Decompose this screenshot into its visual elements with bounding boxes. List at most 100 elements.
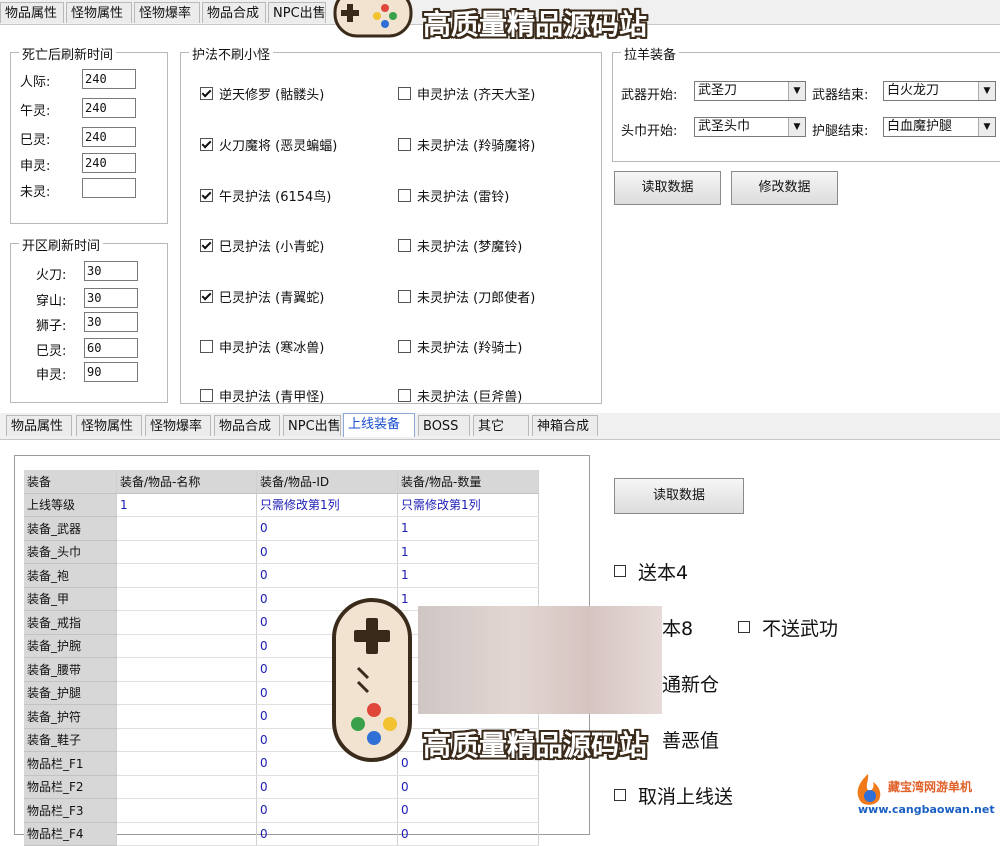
no-minion-checkbox-left[interactable]: 申灵护法 (寒冰兽): [200, 337, 324, 356]
chevron-down-icon[interactable]: ▼: [978, 118, 995, 136]
checkbox-unchecked-icon[interactable]: [614, 789, 626, 801]
grid-cell[interactable]: [116, 775, 257, 799]
no-minion-checkbox-right[interactable]: 申灵护法 (齐天大圣): [398, 84, 535, 103]
death-refresh-input[interactable]: [82, 178, 136, 198]
no-minion-checkbox-left[interactable]: 逆天修罗 (骷髅头): [200, 84, 324, 103]
bottom-tab-boss[interactable]: BOSS: [418, 415, 470, 436]
grid-cell[interactable]: [116, 704, 257, 729]
grid-cell[interactable]: [116, 540, 257, 564]
table-row[interactable]: 上线等级 1 只需修改第1列 只需修改第1列: [24, 493, 539, 517]
grid-cell[interactable]: 0: [256, 798, 398, 823]
death-refresh-input[interactable]: 240: [82, 69, 136, 89]
checkbox-unchecked-icon[interactable]: [398, 87, 411, 100]
server-refresh-input[interactable]: 30: [84, 312, 138, 332]
bottom-tab-npc-sell[interactable]: NPC出售: [283, 415, 341, 436]
bottom-tab-other[interactable]: 其它: [473, 415, 529, 436]
online-equip-read-button[interactable]: 读取数据: [614, 478, 744, 514]
grid-cell[interactable]: [116, 751, 257, 776]
checkbox-unchecked-icon[interactable]: [398, 138, 411, 151]
grid-cell[interactable]: [116, 822, 257, 846]
server-refresh-input[interactable]: 30: [84, 288, 138, 308]
checkbox-checked-icon[interactable]: [200, 189, 213, 202]
death-refresh-input[interactable]: 240: [82, 127, 136, 147]
table-row[interactable]: 物品栏_F3 0 0: [24, 798, 539, 823]
server-refresh-input[interactable]: 60: [84, 338, 138, 358]
grid-cell[interactable]: 0: [256, 775, 398, 799]
table-row[interactable]: 装备_武器 0 1: [24, 516, 539, 541]
bottom-tab-monster-drop[interactable]: 怪物爆率: [145, 415, 211, 436]
grid-cell[interactable]: 0: [397, 775, 539, 799]
no-minion-checkbox-right[interactable]: 未灵护法 (羚骑魔将): [398, 135, 535, 154]
grid-cell[interactable]: 1: [397, 540, 539, 564]
death-refresh-input[interactable]: 240: [82, 98, 136, 118]
grid-cell[interactable]: [116, 798, 257, 823]
online-option-checkbox[interactable]: 取消上线送: [614, 782, 733, 809]
grid-cell[interactable]: 0: [397, 798, 539, 823]
grid-cell[interactable]: 0: [256, 516, 398, 541]
top-tab-monster-drop[interactable]: 怪物爆率: [134, 2, 200, 23]
grid-cell[interactable]: [116, 681, 257, 705]
checkbox-unchecked-icon[interactable]: [398, 290, 411, 303]
server-refresh-input[interactable]: 90: [84, 362, 138, 382]
online-option-checkbox[interactable]: 不送武功: [738, 614, 838, 641]
no-minion-checkbox-right[interactable]: 未灵护法 (雷铃): [398, 186, 509, 205]
grid-cell[interactable]: [116, 587, 257, 611]
checkbox-unchecked-icon[interactable]: [398, 340, 411, 353]
leg-end-select[interactable]: 白血魔护腿 ▼: [883, 117, 996, 137]
checkbox-checked-icon[interactable]: [200, 290, 213, 303]
no-minion-checkbox-left[interactable]: 巳灵护法 (小青蛇): [200, 236, 324, 255]
pull-equip-modify-button[interactable]: 修改数据: [731, 171, 838, 205]
grid-cell[interactable]: 0: [256, 822, 398, 846]
online-option-checkbox[interactable]: 本8: [662, 614, 693, 641]
checkbox-checked-icon[interactable]: [200, 138, 213, 151]
grid-cell[interactable]: [116, 610, 257, 635]
bottom-tab-online-equip[interactable]: 上线装备: [343, 413, 415, 437]
no-minion-checkbox-left[interactable]: 申灵护法 (青甲怪): [200, 386, 324, 405]
online-option-checkbox[interactable]: 通新仓: [662, 670, 719, 697]
top-tab-monster-attr[interactable]: 怪物属性: [66, 2, 132, 23]
top-tab-npc-sell[interactable]: NPC出售: [268, 2, 326, 23]
checkbox-unchecked-icon[interactable]: [398, 239, 411, 252]
grid-cell[interactable]: 只需修改第1列: [397, 493, 539, 517]
grid-cell[interactable]: [116, 728, 257, 752]
head-start-select[interactable]: 武圣头巾 ▼: [694, 117, 806, 137]
bottom-tab-monster-attr[interactable]: 怪物属性: [76, 415, 142, 436]
grid-cell[interactable]: 1: [397, 563, 539, 588]
online-option-checkbox[interactable]: 善恶值: [662, 726, 719, 753]
no-minion-checkbox-right[interactable]: 未灵护法 (刀郎使者): [398, 287, 535, 306]
grid-cell[interactable]: 只需修改第1列: [256, 493, 398, 517]
checkbox-unchecked-icon[interactable]: [614, 565, 626, 577]
no-minion-checkbox-left[interactable]: 午灵护法 (6154鸟): [200, 186, 331, 205]
grid-cell[interactable]: 0: [256, 540, 398, 564]
pull-equip-read-button[interactable]: 读取数据: [614, 171, 721, 205]
checkbox-unchecked-icon[interactable]: [398, 189, 411, 202]
grid-cell[interactable]: 0: [397, 822, 539, 846]
grid-cell[interactable]: 1: [116, 493, 257, 517]
checkbox-unchecked-icon[interactable]: [398, 389, 411, 402]
table-row[interactable]: 物品栏_F2 0 0: [24, 775, 539, 799]
top-tab-item-synth[interactable]: 物品合成: [202, 2, 266, 23]
grid-cell[interactable]: [116, 516, 257, 541]
death-refresh-input[interactable]: 240: [82, 153, 136, 173]
no-minion-checkbox-right[interactable]: 未灵护法 (梦魔铃): [398, 236, 522, 255]
checkbox-unchecked-icon[interactable]: [738, 621, 750, 633]
chevron-down-icon[interactable]: ▼: [788, 82, 805, 100]
no-minion-checkbox-right[interactable]: 未灵护法 (羚骑士): [398, 337, 522, 356]
chevron-down-icon[interactable]: ▼: [788, 118, 805, 136]
table-row[interactable]: 装备_袍 0 1: [24, 563, 539, 588]
grid-cell[interactable]: [116, 657, 257, 682]
weapon-start-select[interactable]: 武圣刀 ▼: [694, 81, 806, 101]
table-row[interactable]: 物品栏_F4 0 0: [24, 822, 539, 846]
bottom-tab-item-attr[interactable]: 物品属性: [6, 415, 72, 436]
bottom-tab-item-synth[interactable]: 物品合成: [214, 415, 280, 436]
checkbox-checked-icon[interactable]: [200, 239, 213, 252]
online-option-checkbox[interactable]: 送本4: [614, 558, 688, 585]
table-row[interactable]: 装备_头巾 0 1: [24, 540, 539, 564]
checkbox-unchecked-icon[interactable]: [200, 340, 213, 353]
server-refresh-input[interactable]: 30: [84, 261, 138, 281]
weapon-end-select[interactable]: 白火龙刀 ▼: [883, 81, 996, 101]
chevron-down-icon[interactable]: ▼: [978, 82, 995, 100]
grid-cell[interactable]: [116, 634, 257, 658]
grid-cell[interactable]: 0: [256, 563, 398, 588]
no-minion-checkbox-right[interactable]: 未灵护法 (巨斧兽): [398, 386, 522, 405]
